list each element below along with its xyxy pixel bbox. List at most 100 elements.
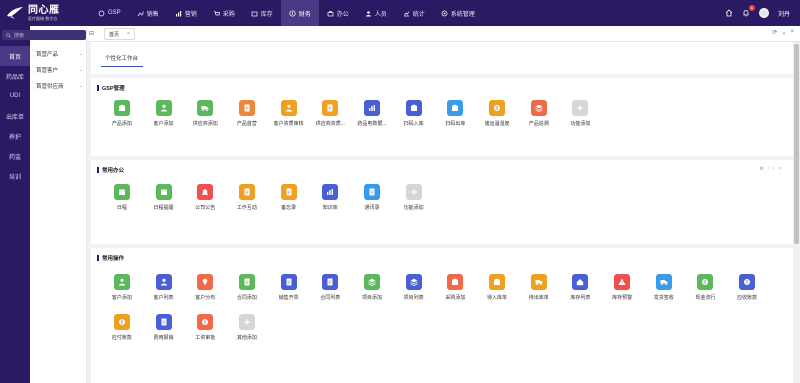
- shortcut-label: 发货签收: [653, 295, 674, 301]
- sidebar-item[interactable]: 首页: [0, 46, 30, 66]
- shortcut-tile[interactable]: 库存预警: [601, 274, 643, 314]
- app-logo[interactable]: 同心雁 医疗器械·数字仓: [0, 0, 90, 26]
- nav-item-sales[interactable]: 销售: [129, 0, 167, 26]
- shortcut-tile[interactable]: 通讯录: [351, 184, 393, 224]
- refresh-icon[interactable]: ⟳: [772, 29, 777, 36]
- shortcut-tile[interactable]: 其他添加: [226, 314, 268, 354]
- shortcut-tile[interactable]: 客户添加: [101, 274, 143, 314]
- plus-icon: [238, 314, 255, 330]
- tab-home[interactable]: 首页 ×: [104, 28, 135, 40]
- shortcut-tile[interactable]: 待出库单: [518, 274, 560, 314]
- sidebar-item[interactable]: 培训: [0, 166, 30, 186]
- shortcut-tile[interactable]: 项目列表: [393, 274, 435, 314]
- nav-item-stock[interactable]: 库存: [243, 0, 281, 26]
- scan-in-icon: [405, 100, 422, 116]
- shortcut-tile[interactable]: 现金流行: [685, 274, 727, 314]
- shortcut-tile[interactable]: 发货签收: [643, 274, 685, 314]
- nav-item-office[interactable]: 办公: [319, 0, 357, 26]
- panel-title: 常用操作: [97, 254, 124, 262]
- sidebar-item[interactable]: 药品库: [0, 66, 30, 86]
- shortcut-tile[interactable]: 扫码出库: [435, 100, 477, 140]
- nav-item-purchase[interactable]: 采购: [205, 0, 243, 26]
- shortcut-tile[interactable]: 客户分布: [184, 274, 226, 314]
- close-icon[interactable]: ×: [778, 166, 781, 172]
- shortcut-tile[interactable]: 功能添加: [393, 184, 435, 224]
- product-add-icon: [113, 100, 130, 116]
- shortcut-tile[interactable]: 合同列表: [309, 274, 351, 314]
- shortcut-label: 库存预警: [612, 295, 633, 301]
- sidebar-item[interactable]: 药监: [0, 146, 30, 166]
- sidebar-item[interactable]: 出库单: [0, 106, 30, 126]
- scrollbar-thumb[interactable]: [794, 44, 799, 244]
- submenu-item[interactable]: 首营客户 ⌄: [30, 62, 87, 78]
- shortcut-tile[interactable]: 日程: [101, 184, 143, 224]
- app-title: 同心雁: [28, 4, 60, 16]
- shortcut-tile[interactable]: 合同添加: [226, 274, 268, 314]
- settings-icon[interactable]: ⚙: [760, 166, 764, 172]
- nav-item-gsp[interactable]: GSP: [90, 0, 129, 26]
- collapse-menu-icon[interactable]: ⊟: [89, 30, 95, 37]
- close-all-icon[interactable]: ×: [790, 29, 794, 36]
- nav-item-settings[interactable]: 系统管理: [433, 0, 483, 26]
- nav-item-marketing[interactable]: 营销: [167, 0, 205, 26]
- shortcut-tile[interactable]: 应付账款: [101, 314, 143, 354]
- shortcut-tile[interactable]: 日程提醒: [143, 184, 185, 224]
- shortcut-label: 产品首营: [236, 121, 257, 127]
- panel: 常用操作客户添加 客户列表 客户分布 合同添加 销售开票 合同列表 项目添加 项目列表 采购添加…: [91, 248, 793, 383]
- user-name[interactable]: 刘丹: [778, 9, 790, 18]
- shortcut-tile[interactable]: 备忘录: [268, 184, 310, 224]
- sidebar-item[interactable]: UDI: [0, 86, 30, 106]
- shortcut-tile[interactable]: 待入库单: [476, 274, 518, 314]
- shortcut-tile[interactable]: 应收账款: [726, 274, 768, 314]
- submenu-item[interactable]: 首营产品 ⌄: [30, 46, 87, 62]
- shortcut-tile[interactable]: 功能添加: [560, 100, 602, 140]
- salary-icon: [197, 314, 214, 330]
- shortcut-tile[interactable]: 产品追溯: [518, 100, 560, 140]
- shortcut-tile[interactable]: 客户列表: [143, 274, 185, 314]
- shortcut-tile[interactable]: 知识库: [309, 184, 351, 224]
- shortcut-tile[interactable]: 供应商资质...: [309, 100, 351, 140]
- shortcut-tile[interactable]: 公司公告: [184, 184, 226, 224]
- shortcut-label: 工作互动: [236, 205, 257, 211]
- page-tab-bar: ⊟ 首页 × ⟳ ⌄ ×: [87, 26, 800, 42]
- nav-item-finance[interactable]: 财务: [280, 0, 319, 26]
- user-avatar[interactable]: [758, 8, 769, 18]
- shortcut-label: 客户添加: [153, 121, 174, 127]
- nav-item-stats[interactable]: 统计: [395, 0, 433, 26]
- notification-bell-icon[interactable]: 1: [742, 5, 755, 17]
- shortcut-tile[interactable]: 采购添加: [435, 274, 477, 314]
- shortcut-tile[interactable]: 供应商添加: [184, 100, 226, 140]
- shortcut-tile[interactable]: 药品电数据...: [351, 100, 393, 140]
- shortcut-tile[interactable]: 扫码入库: [393, 100, 435, 140]
- shortcut-tile[interactable]: 工作互动: [226, 184, 268, 224]
- shortcut-tile[interactable]: 费用报销: [143, 314, 185, 354]
- arrow-down-icon[interactable]: ↓: [773, 166, 776, 172]
- sidebar-item[interactable]: 养护: [0, 126, 30, 146]
- customer-add-icon: [155, 100, 172, 116]
- tab-personal-workspace[interactable]: 个性化工作台: [105, 54, 138, 62]
- home-icon[interactable]: [725, 9, 733, 17]
- purchase-add-icon: [447, 274, 464, 290]
- nav-item-people[interactable]: 人员: [357, 0, 395, 26]
- app-subtitle: 医疗器械·数字仓: [28, 15, 58, 21]
- close-icon[interactable]: ×: [127, 31, 130, 37]
- sidebar-list: 首页 药品库 UDI 出库单 养护 药监 培训: [0, 46, 30, 186]
- shortcut-tile[interactable]: 产品添加: [101, 100, 143, 140]
- purchase-icon: [213, 10, 220, 17]
- goose-logo-icon: [6, 6, 24, 20]
- sidebar-search[interactable]: 搜索: [2, 30, 86, 40]
- shortcut-tile[interactable]: 产品首营: [226, 100, 268, 140]
- header-actions: 1 刘丹: [725, 0, 790, 26]
- shortcut-tile[interactable]: 销售开票: [268, 274, 310, 314]
- shortcut-label: 备忘录: [281, 205, 297, 211]
- shortcut-tile[interactable]: 工资审批: [184, 314, 226, 354]
- shortcut-tile[interactable]: 库存列表: [560, 274, 602, 314]
- page-scrollbar[interactable]: [793, 42, 800, 383]
- chevron-down-icon[interactable]: ⌄: [781, 29, 786, 36]
- shortcut-tile[interactable]: 客户添加: [143, 100, 185, 140]
- arrow-up-icon[interactable]: ↑: [767, 166, 770, 172]
- shortcut-tile[interactable]: 客户资质审核: [268, 100, 310, 140]
- shortcut-tile[interactable]: 储运温湿度: [476, 100, 518, 140]
- shortcut-tile[interactable]: 项目添加: [351, 274, 393, 314]
- submenu-item[interactable]: 首营供应商 ⌄: [30, 78, 87, 94]
